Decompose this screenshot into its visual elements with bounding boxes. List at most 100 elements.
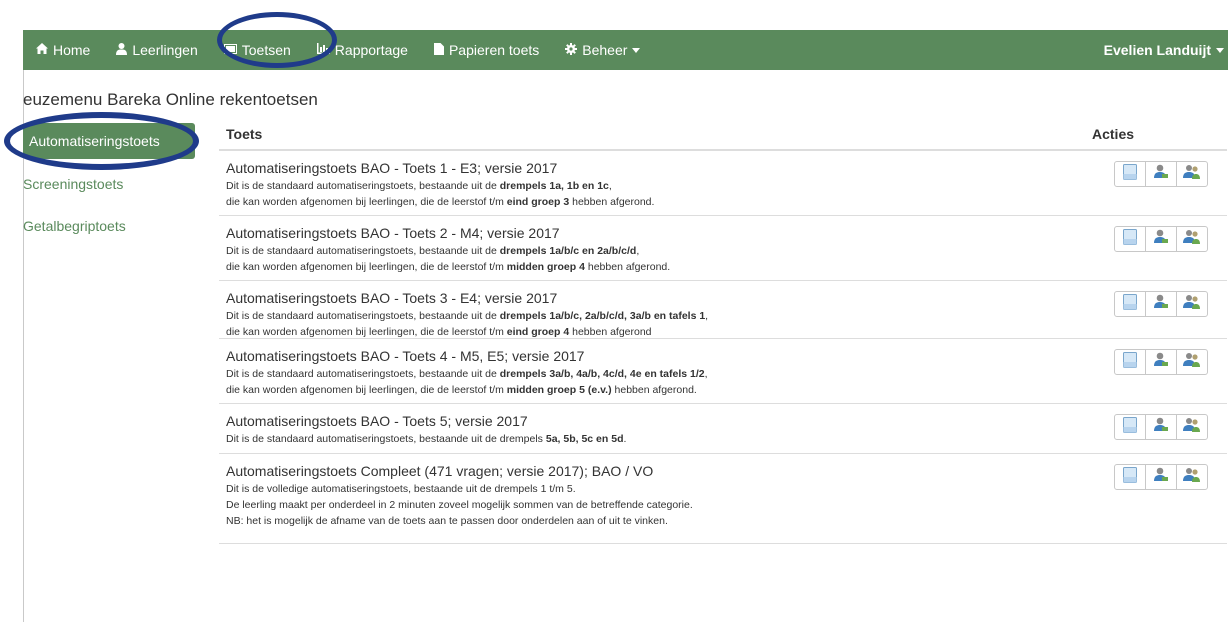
user-menu-dropdown[interactable]: Evelien Landuijt — [1091, 30, 1228, 70]
toets-description-line: Dit is de volledige automatiseringstoets… — [226, 483, 576, 495]
view-toets-button[interactable] — [1114, 291, 1146, 317]
toets-description-line: Dit is de standaard automatiseringstoets… — [226, 310, 709, 322]
user-icon — [1153, 417, 1169, 438]
sidebar-item-label: Automatiseringstoets — [29, 133, 160, 149]
toets-description-line: De leerling maakt per onderdeel in 2 min… — [226, 499, 693, 511]
user-icon — [1153, 294, 1169, 315]
toets-description-line: die kan worden afgenomen bij leerlingen,… — [226, 326, 652, 338]
gear-icon — [565, 42, 578, 58]
table-row: Automatiseringstoets BAO - Toets 1 - E3;… — [219, 151, 1227, 216]
group-icon — [1183, 164, 1201, 185]
assign-student-button[interactable] — [1145, 291, 1177, 317]
nav-rapportage-label: Rapportage — [334, 42, 408, 58]
user-icon — [1153, 229, 1169, 250]
user-icon — [1153, 164, 1169, 185]
document-icon — [1123, 228, 1137, 250]
nav-leerlingen-label: Leerlingen — [132, 42, 198, 58]
document-icon — [433, 42, 444, 58]
column-header-acties: Acties — [1092, 126, 1135, 142]
view-toets-button[interactable] — [1114, 414, 1146, 440]
sidebar-item-screeningstoets[interactable]: Screeningstoets — [23, 176, 195, 192]
nav-papieren-toets-label: Papieren toets — [448, 42, 540, 58]
row-actions — [1114, 464, 1208, 490]
view-toets-button[interactable] — [1114, 161, 1146, 187]
assign-student-button[interactable] — [1145, 161, 1177, 187]
assign-student-button[interactable] — [1145, 349, 1177, 375]
assign-group-button[interactable] — [1176, 349, 1208, 375]
assign-group-button[interactable] — [1176, 291, 1208, 317]
table-row: Automatiseringstoets Compleet (471 vrage… — [219, 454, 1227, 544]
nav-home[interactable]: Home — [23, 30, 103, 70]
row-actions — [1114, 226, 1208, 252]
row-actions — [1114, 291, 1208, 317]
document-icon — [1123, 351, 1137, 373]
group-icon — [1183, 294, 1201, 315]
toets-title: Automatiseringstoets Compleet (471 vrage… — [226, 463, 654, 479]
document-icon — [1123, 466, 1137, 488]
sidebar-item-automatiseringstoets[interactable]: Automatiseringstoets — [23, 123, 195, 159]
nav-beheer-dropdown[interactable]: Beheer — [552, 30, 653, 70]
user-name: Evelien Landuijt — [1103, 42, 1211, 58]
nav-toetsen-label: Toetsen — [241, 42, 291, 58]
page-title: euzemenu Bareka Online rekentoetsen — [23, 90, 318, 109]
top-navbar: Home Leerlingen Toetsen Rapportage Papie… — [23, 30, 1228, 70]
document-icon — [1123, 416, 1137, 438]
toets-description-line: die kan worden afgenomen bij leerlingen,… — [226, 384, 697, 396]
toets-description-line: die kan worden afgenomen bij leerlingen,… — [226, 261, 671, 273]
table-row: Automatiseringstoets BAO - Toets 4 - M5,… — [219, 339, 1227, 404]
toets-title: Automatiseringstoets BAO - Toets 3 - E4;… — [226, 290, 558, 306]
toets-table: Toets Acties Automatiseringstoets BAO - … — [219, 120, 1227, 544]
toets-description-line: die kan worden afgenomen bij leerlingen,… — [226, 196, 655, 208]
home-icon — [36, 43, 48, 57]
toets-description-line: Dit is de standaard automatiseringstoets… — [226, 368, 708, 380]
group-icon — [1183, 352, 1201, 373]
document-icon — [1123, 163, 1137, 185]
table-row: Automatiseringstoets BAO - Toets 2 - M4;… — [219, 216, 1227, 281]
user-icon — [1153, 467, 1169, 488]
nav-home-label: Home — [53, 42, 91, 58]
toets-description-line: Dit is de standaard automatiseringstoets… — [226, 433, 627, 445]
toets-title: Automatiseringstoets BAO - Toets 1 - E3;… — [226, 160, 558, 176]
row-actions — [1114, 161, 1208, 187]
toets-description-line: Dit is de standaard automatiseringstoets… — [226, 245, 640, 257]
assign-group-button[interactable] — [1176, 226, 1208, 252]
toets-description-line: Dit is de standaard automatiseringstoets… — [226, 180, 612, 192]
toets-title: Automatiseringstoets BAO - Toets 5; vers… — [226, 413, 528, 429]
nav-leerlingen[interactable]: Leerlingen — [103, 30, 210, 70]
bar-chart-icon — [316, 43, 330, 57]
view-toets-button[interactable] — [1114, 226, 1146, 252]
row-actions — [1114, 414, 1208, 440]
user-icon — [116, 42, 128, 58]
assign-group-button[interactable] — [1176, 464, 1208, 490]
view-toets-button[interactable] — [1114, 464, 1146, 490]
table-header: Toets Acties — [219, 120, 1227, 151]
sidebar-item-label: Getalbegriptoets — [23, 218, 126, 234]
toets-title: Automatiseringstoets BAO - Toets 4 - M5,… — [226, 348, 585, 364]
nav-toetsen[interactable]: Toetsen — [211, 30, 304, 70]
group-icon — [1183, 417, 1201, 438]
assign-student-button[interactable] — [1145, 414, 1177, 440]
toets-title: Automatiseringstoets BAO - Toets 2 - M4;… — [226, 225, 560, 241]
nav-beheer-label: Beheer — [582, 42, 628, 58]
table-row: Automatiseringstoets BAO - Toets 5; vers… — [219, 404, 1227, 454]
row-actions — [1114, 349, 1208, 375]
nav-rapportage[interactable]: Rapportage — [304, 30, 421, 70]
nav-papieren-toets[interactable]: Papieren toets — [421, 30, 552, 70]
assign-group-button[interactable] — [1176, 161, 1208, 187]
toets-description-line: NB: het is mogelijk de afname van de toe… — [226, 515, 668, 527]
assign-student-button[interactable] — [1145, 226, 1177, 252]
chevron-down-icon — [1216, 47, 1224, 53]
assign-group-button[interactable] — [1176, 414, 1208, 440]
view-toets-button[interactable] — [1114, 349, 1146, 375]
document-icon — [1123, 293, 1137, 315]
assign-student-button[interactable] — [1145, 464, 1177, 490]
group-icon — [1183, 229, 1201, 250]
group-icon — [1183, 467, 1201, 488]
user-icon — [1153, 352, 1169, 373]
chevron-down-icon — [632, 47, 641, 53]
sidebar-item-getalbegriptoets[interactable]: Getalbegriptoets — [23, 218, 195, 234]
column-header-toets: Toets — [226, 126, 263, 142]
sidebar-item-label: Screeningstoets — [23, 176, 124, 192]
monitor-icon — [223, 43, 237, 57]
table-row: Automatiseringstoets BAO - Toets 3 - E4;… — [219, 281, 1227, 339]
